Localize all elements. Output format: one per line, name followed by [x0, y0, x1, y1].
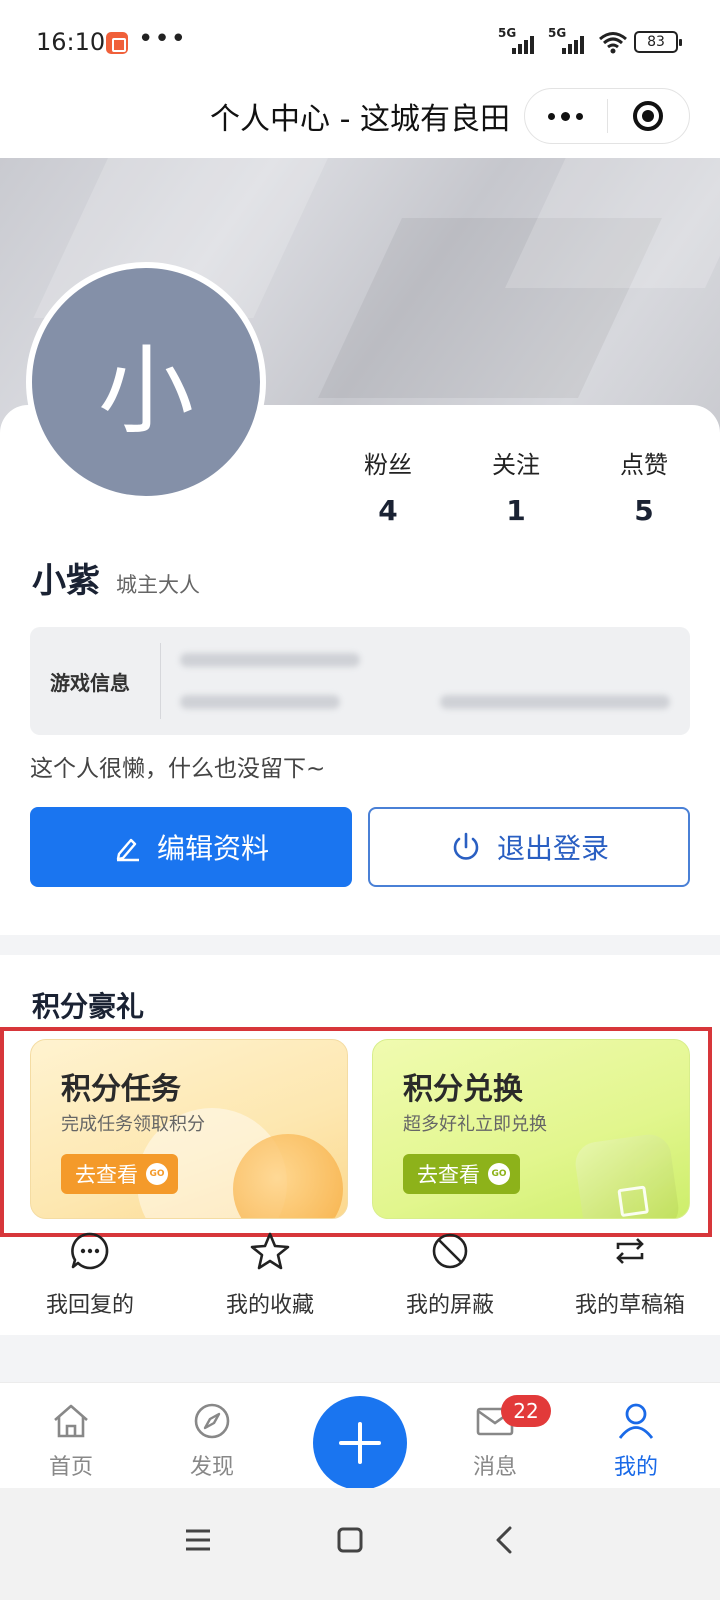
- blurred-info: [180, 695, 340, 709]
- menu-icon[interactable]: [168, 1510, 228, 1570]
- capsule-menu: [524, 88, 690, 144]
- quick-link-replies[interactable]: 我回复的: [0, 1225, 180, 1325]
- tab-discover[interactable]: 发现: [162, 1401, 262, 1481]
- view-task-button[interactable]: 去查看 GO: [61, 1154, 178, 1194]
- more-options-button[interactable]: [525, 89, 607, 143]
- tab-label: 首页: [48, 1455, 93, 1480]
- view-label: 去查看: [417, 1163, 480, 1187]
- create-post-button[interactable]: [313, 1396, 407, 1490]
- logout-button[interactable]: 退出登录: [368, 807, 690, 887]
- points-exchange-card[interactable]: 积分兑换 超多好礼立即兑换 去查看 GO: [372, 1039, 690, 1219]
- star-icon: [250, 1232, 290, 1270]
- logout-label: 退出登录: [496, 832, 609, 865]
- quick-links: 我回复的 我的收藏 我的屏蔽 我的草稿箱: [0, 1225, 720, 1325]
- status-indicators: 5G 5G 83: [498, 26, 682, 54]
- profile-stats: 粉丝 4 关注 1 点赞 5: [324, 445, 708, 527]
- stat-value: 4: [378, 494, 398, 527]
- status-time: 16:10: [36, 28, 106, 56]
- points-task-card[interactable]: 积分任务 完成任务领取积分 去查看 GO: [30, 1039, 348, 1219]
- chat-bubble-icon: [71, 1232, 109, 1270]
- stat-label: 点赞: [620, 451, 668, 479]
- stat-value: 1: [506, 494, 526, 527]
- user-bio: 这个人很懒，什么也没留下~: [30, 756, 326, 782]
- quick-link-drafts[interactable]: 我的草稿箱: [540, 1225, 720, 1325]
- signal-icon: 5G: [548, 26, 592, 54]
- name-row: 小紫 城主大人: [32, 553, 200, 602]
- card-title: 积分兑换: [403, 1072, 523, 1107]
- quick-link-blocked[interactable]: 我的屏蔽: [360, 1225, 540, 1325]
- back-icon[interactable]: [474, 1510, 534, 1570]
- go-icon: GO: [146, 1163, 168, 1185]
- tab-home[interactable]: 首页: [21, 1401, 121, 1481]
- game-info-divider: [160, 643, 161, 719]
- card-subtitle: 超多好礼立即兑换: [403, 1114, 547, 1135]
- stat-followers[interactable]: 粉丝 4: [324, 445, 452, 527]
- view-label: 去查看: [75, 1163, 138, 1187]
- view-exchange-button[interactable]: 去查看 GO: [403, 1154, 520, 1194]
- unread-badge: 22: [501, 1395, 551, 1427]
- user-name: 小紫: [32, 561, 100, 601]
- edit-profile-label: 编辑资料: [156, 832, 269, 865]
- stat-value: 5: [634, 494, 654, 527]
- home-icon: [54, 1404, 88, 1438]
- quick-link-favorites[interactable]: 我的收藏: [180, 1225, 360, 1325]
- home-button-icon[interactable]: [320, 1510, 380, 1570]
- blurred-info: [440, 695, 670, 709]
- stat-likes[interactable]: 点赞 5: [580, 445, 708, 527]
- quick-link-label: 我的草稿箱: [574, 1293, 685, 1318]
- wifi-icon: [599, 32, 627, 54]
- tab-mine[interactable]: 我的: [586, 1401, 686, 1481]
- target-icon: [633, 101, 664, 131]
- user-title: 城主大人: [116, 573, 200, 597]
- quick-link-label: 我的屏蔽: [405, 1293, 494, 1318]
- dot-icon: [548, 112, 556, 120]
- game-info-box: 游戏信息: [30, 627, 690, 735]
- quick-link-label: 我的收藏: [225, 1293, 314, 1318]
- tab-label: 我的: [613, 1455, 658, 1480]
- blurred-info: [180, 653, 360, 667]
- battery-icon: 83: [634, 31, 682, 53]
- tab-label: 消息: [472, 1455, 517, 1480]
- dot-icon: [576, 112, 584, 120]
- tab-messages[interactable]: 22 消息: [445, 1395, 551, 1481]
- system-navigation-bar: [0, 1488, 720, 1600]
- quick-link-label: 我回复的: [45, 1293, 134, 1318]
- signal-icon: 5G: [498, 26, 542, 54]
- power-icon: [453, 832, 479, 860]
- card-title: 积分任务: [61, 1072, 181, 1107]
- tab-label: 发现: [189, 1455, 234, 1480]
- repeat-icon: [616, 1238, 644, 1264]
- block-icon: [432, 1233, 468, 1269]
- more-notifications-icon: •••: [138, 24, 188, 54]
- points-section: 积分豪礼 积分任务 完成任务领取积分 去查看 GO 积分兑换 超多好礼立即兑换 …: [0, 955, 720, 1335]
- compass-icon: [194, 1403, 230, 1439]
- mini-program-header: 个人中心 - 这城有良田: [0, 84, 720, 158]
- stat-label: 关注: [492, 451, 540, 479]
- stat-label: 粉丝: [364, 451, 412, 479]
- plus-icon: [339, 1422, 381, 1464]
- user-icon: [618, 1403, 654, 1439]
- go-icon: GO: [488, 1163, 510, 1185]
- card-subtitle: 完成任务领取积分: [61, 1114, 205, 1135]
- edit-profile-button[interactable]: 编辑资料: [30, 807, 352, 887]
- banner-facet: [505, 158, 720, 288]
- dot-icon: [561, 111, 571, 121]
- avatar[interactable]: 小: [26, 262, 266, 502]
- stat-following[interactable]: 关注 1: [452, 445, 580, 527]
- close-mini-program-button[interactable]: [608, 89, 690, 143]
- notification-app-icon: [106, 32, 128, 54]
- section-title: 积分豪礼: [32, 990, 145, 1023]
- status-bar: 16:10 ••• 5G 5G 83: [0, 0, 720, 84]
- pen-icon: [116, 838, 139, 862]
- game-info-label: 游戏信息: [50, 671, 130, 695]
- gift-icon: [572, 1131, 682, 1218]
